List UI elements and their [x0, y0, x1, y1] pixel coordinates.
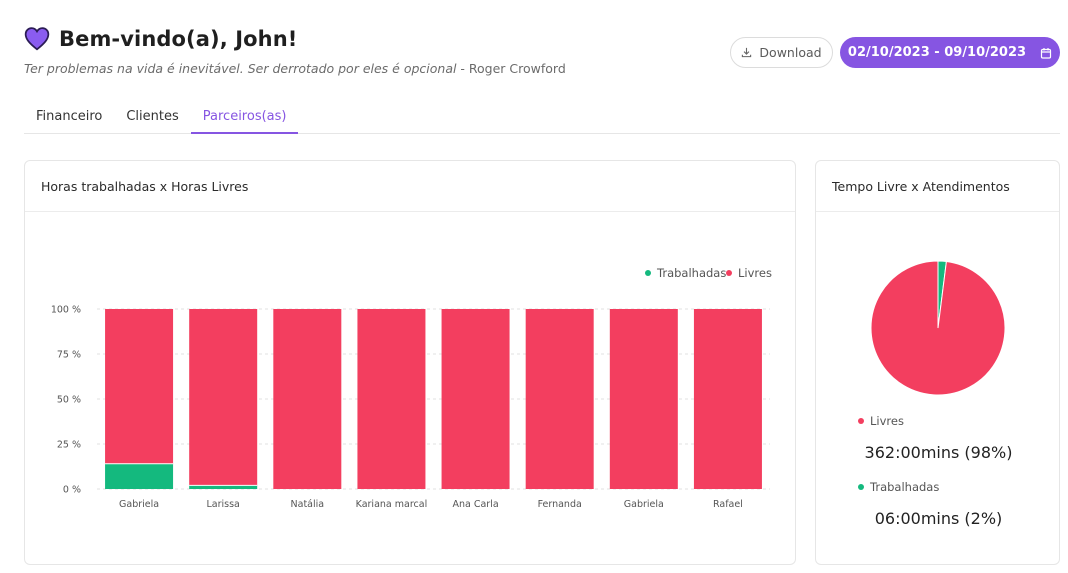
- x-tick-label: Fernanda: [538, 499, 582, 510]
- page-title: Bem-vindo(a), John!: [59, 27, 298, 51]
- pie-legend-label-livres: Livres: [870, 414, 904, 428]
- pie-legend-trabalhadas[interactable]: Trabalhadas: [858, 480, 939, 494]
- bar-livres[interactable]: [273, 309, 342, 489]
- livres-value: 362:00mins (98%): [864, 443, 1013, 462]
- bar-livres[interactable]: [105, 309, 174, 464]
- y-tick-label: 100 %: [51, 305, 81, 316]
- title-row: Bem-vindo(a), John!: [24, 26, 566, 52]
- download-label: Download: [759, 45, 822, 60]
- x-tick-label: Gabriela: [119, 499, 159, 510]
- bar-chart-title: Horas trabalhadas x Horas Livres: [25, 161, 795, 212]
- pie-legend-livres[interactable]: Livres: [858, 414, 904, 428]
- bar-livres[interactable]: [357, 309, 426, 489]
- bar-chart-card: Horas trabalhadas x Horas Livres Trabalh…: [24, 160, 796, 565]
- bar-trabalhadas[interactable]: [189, 485, 258, 489]
- tab-parceiros[interactable]: Parceiros(as): [190, 104, 299, 134]
- heart-icon: [24, 27, 50, 51]
- pie-chart: [870, 260, 1006, 396]
- quote-text: Ter problemas na vida é inevitável. Ser …: [24, 61, 457, 76]
- date-range-label: 02/10/2023 - 09/10/2023: [847, 45, 1027, 60]
- tab-bar: Financeiro Clientes Parceiros(as): [24, 104, 1060, 134]
- bar-livres[interactable]: [693, 309, 762, 489]
- pie-legend-label-trabalhadas: Trabalhadas: [870, 480, 940, 494]
- x-tick-label: Gabriela: [624, 499, 664, 510]
- calendar-icon: [1040, 47, 1052, 59]
- y-tick-label: 0 %: [63, 485, 81, 496]
- bar-livres[interactable]: [189, 309, 258, 486]
- pie-slice-livres[interactable]: [870, 260, 1006, 396]
- tab-financeiro[interactable]: Financeiro: [24, 104, 114, 134]
- bar-chart: 0 % 25 % 50 % 75 % 100 % Gabriela Larissa Natál…: [51, 305, 770, 510]
- x-tick-label: Larissa: [206, 499, 239, 510]
- download-button[interactable]: Download: [730, 37, 833, 68]
- pie-legend-dot-trabalhadas: [858, 484, 864, 490]
- bar-livres[interactable]: [609, 309, 678, 489]
- y-tick-label: 50 %: [57, 395, 81, 406]
- date-range-button[interactable]: 02/10/2023 - 09/10/2023: [840, 37, 1060, 68]
- page-header: Bem-vindo(a), John! Ter problemas na vid…: [24, 26, 566, 76]
- x-tick-label: Ana Carla: [452, 499, 498, 510]
- quote-author: - Roger Crowford: [456, 61, 566, 76]
- trabalhadas-value: 06:00mins (2%): [874, 509, 1003, 528]
- y-tick-label: 75 %: [57, 350, 81, 361]
- tab-clientes[interactable]: Clientes: [114, 104, 190, 134]
- x-tick-label: Rafael: [713, 499, 743, 510]
- bar-livres[interactable]: [525, 309, 594, 489]
- x-tick-label: Natália: [291, 499, 325, 510]
- page-subtitle: Ter problemas na vida é inevitável. Ser …: [24, 61, 566, 76]
- pie-chart-title: Tempo Livre x Atendimentos: [816, 161, 1059, 212]
- bar-livres[interactable]: [441, 309, 510, 489]
- y-tick-label: 25 %: [57, 440, 81, 451]
- x-tick-label: Kariana marcal: [356, 499, 428, 510]
- bar-trabalhadas[interactable]: [105, 463, 174, 489]
- pie-chart-card: Tempo Livre x Atendimentos Livres 362:00…: [815, 160, 1060, 565]
- pie-legend-dot-livres: [858, 418, 864, 424]
- download-icon: [742, 47, 752, 58]
